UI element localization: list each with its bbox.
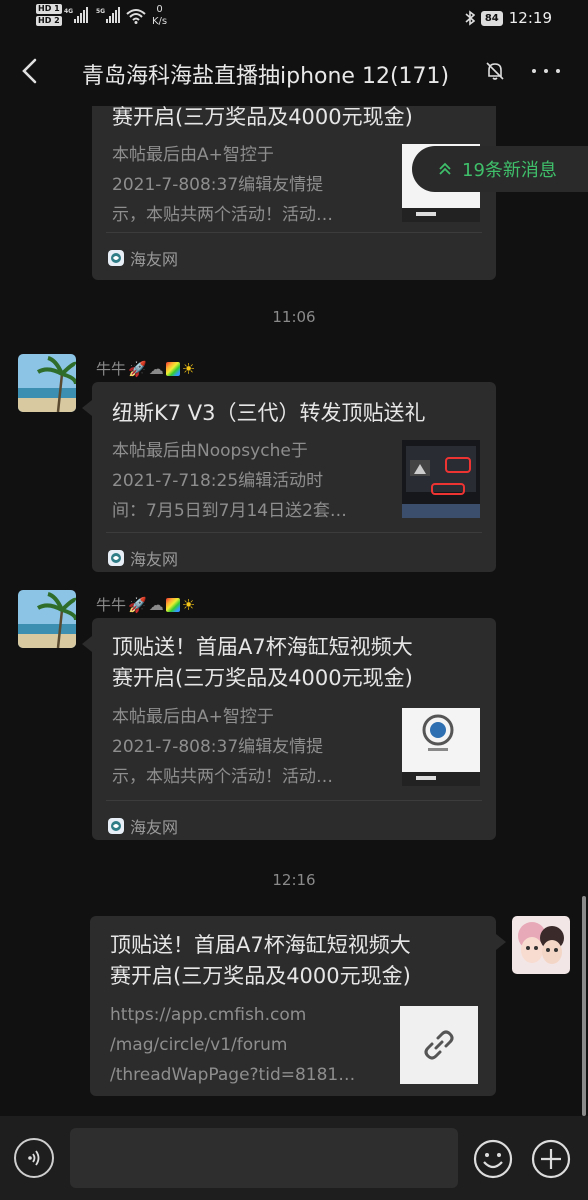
new-messages-label: 19条新消息	[462, 160, 557, 181]
card-divider	[106, 800, 482, 801]
hd2-badge: HD 2	[36, 16, 62, 26]
bell-off-icon	[486, 62, 504, 80]
card-title: 赛开启(三万奖品及4000元现金)	[112, 106, 413, 129]
card-source: 海友网	[108, 246, 178, 270]
card-thumbnail	[402, 440, 480, 518]
timestamp: 11:06	[272, 308, 316, 326]
network-type-1: 4G	[64, 8, 74, 15]
chat-title[interactable]: 青岛海科海盐直播抽iphone 12(171)	[82, 58, 449, 90]
plus-icon[interactable]	[530, 1138, 572, 1180]
wifi-icon	[126, 9, 146, 24]
voice-button[interactable]	[14, 1138, 54, 1178]
card-source: 海友网	[108, 814, 178, 838]
card-description: https://app.cmfish.com /mag/circle/v1/fo…	[110, 1005, 356, 1085]
cloud-icon: ☁	[148, 595, 164, 614]
link-thumbnail	[400, 1006, 478, 1084]
bluetooth-icon	[465, 10, 475, 26]
double-chevron-up-icon	[439, 162, 451, 175]
source-name: 海友网	[130, 550, 179, 569]
back-button[interactable]	[14, 54, 44, 88]
source-logo-icon	[108, 550, 124, 566]
source-logo-icon	[108, 818, 124, 834]
new-messages-button[interactable]: 19条新消息	[412, 146, 588, 192]
sender-name: 牛牛 🚀 ☁ ☀	[96, 595, 196, 614]
card-source: 海友网	[108, 546, 178, 570]
source-name: 海友网	[130, 818, 179, 837]
link-card[interactable]: 顶贴送！首届A7杯海缸短视频大 赛开启(三万奖品及4000元现金) 本帖最后由A…	[82, 618, 496, 840]
card-divider	[106, 232, 482, 233]
card-description: 本帖最后由A+智控于 2021-7-808:37编辑友情提 示，本贴共两个活动！…	[112, 145, 333, 225]
status-bar: HD 1 HD 2 4G 5G 0 K/s 84 12:19	[0, 0, 588, 36]
scrollbar[interactable]	[582, 896, 586, 1116]
link-icon	[424, 1030, 454, 1060]
chat-header: 青岛海科海盐直播抽iphone 12(171)	[0, 36, 588, 106]
input-bar	[0, 1116, 588, 1200]
avatar[interactable]	[18, 590, 76, 648]
timestamp: 12:16	[272, 871, 316, 889]
rainbow-icon	[165, 361, 180, 376]
signal-icon	[74, 7, 88, 23]
message-input[interactable]	[70, 1128, 458, 1188]
card-thumbnail	[402, 708, 480, 786]
network-speed: 0 K/s	[152, 4, 167, 28]
rocket-icon: 🚀	[128, 359, 147, 378]
sun-icon: ☀	[181, 359, 196, 378]
card-description: 本帖最后由Noopsyche于 2021-7-718:25编辑活动时 间：7月5…	[112, 441, 347, 521]
card-title: 纽斯K7 V3（三代）转发顶贴送礼	[112, 401, 426, 425]
source-name: 海友网	[130, 250, 179, 269]
battery-icon: 84	[480, 10, 503, 26]
speed-unit: K/s	[152, 16, 168, 27]
link-card[interactable]: 赛开启(三万奖品及4000元现金) 本帖最后由A+智控于 2021-7-808:…	[92, 106, 496, 280]
sender-name: 牛牛 🚀 ☁ ☀	[96, 359, 196, 378]
emoji-icon[interactable]	[472, 1138, 514, 1180]
card-divider	[106, 532, 482, 533]
chat-area[interactable]: 赛开启(三万奖品及4000元现金) 本帖最后由A+智控于 2021-7-808:…	[0, 106, 588, 1116]
rocket-icon: 🚀	[128, 595, 147, 614]
more-button[interactable]	[528, 60, 564, 82]
card-title: 顶贴送！首届A7杯海缸短视频大 赛开启(三万奖品及4000元现金)	[110, 933, 411, 988]
link-card[interactable]: 顶贴送！首届A7杯海缸短视频大 赛开启(三万奖品及4000元现金) https:…	[90, 916, 506, 1096]
my-avatar[interactable]	[512, 916, 570, 974]
rainbow-icon	[165, 597, 180, 612]
signal-icon-2	[106, 7, 120, 23]
card-title: 顶贴送！首届A7杯海缸短视频大 赛开启(三万奖品及4000元现金)	[112, 635, 413, 690]
cloud-icon: ☁	[148, 359, 164, 378]
network-type-2: 5G	[96, 8, 106, 15]
sun-icon: ☀	[181, 595, 196, 614]
clock: 12:19	[508, 9, 552, 27]
link-card[interactable]: 纽斯K7 V3（三代）转发顶贴送礼 本帖最后由Noopsyche于 2021-7…	[82, 382, 496, 572]
avatar[interactable]	[18, 354, 76, 412]
chevron-left-icon	[22, 58, 37, 84]
card-description: 本帖最后由A+智控于 2021-7-808:37编辑友情提 示，本贴共两个活动！…	[112, 707, 333, 787]
hd-indicators: HD 1 HD 2	[36, 4, 62, 26]
speed-value: 0	[156, 4, 163, 15]
status-right: 84 12:19	[465, 9, 552, 27]
source-logo-icon	[108, 250, 124, 266]
voice-icon	[28, 1150, 40, 1166]
hd1-badge: HD 1	[36, 4, 62, 14]
